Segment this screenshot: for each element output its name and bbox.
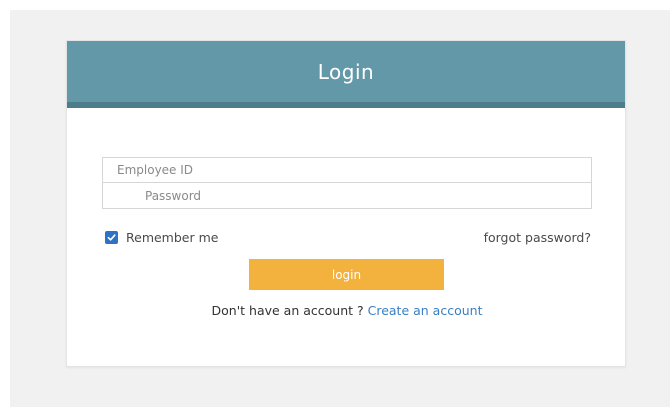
signup-row: Don't have an account ? Create an accoun… [67, 303, 627, 318]
login-options: Remember me forgot password? [105, 229, 591, 245]
login-button[interactable]: login [249, 259, 444, 290]
signup-prompt: Don't have an account ? [211, 303, 368, 318]
create-account-link[interactable]: Create an account [368, 303, 483, 318]
forgot-password-link[interactable]: forgot password? [484, 230, 591, 245]
remember-me-checkbox[interactable]: Remember me [105, 230, 218, 245]
login-card: Login Remember me forgot password? login… [66, 40, 626, 367]
employee-id-input[interactable] [102, 157, 592, 183]
login-fields [102, 157, 592, 209]
login-header: Login [67, 41, 625, 108]
remember-me-label: Remember me [126, 229, 219, 245]
checkbox-checked-icon[interactable] [105, 230, 118, 244]
login-title: Login [317, 59, 375, 84]
password-input[interactable] [102, 183, 592, 209]
